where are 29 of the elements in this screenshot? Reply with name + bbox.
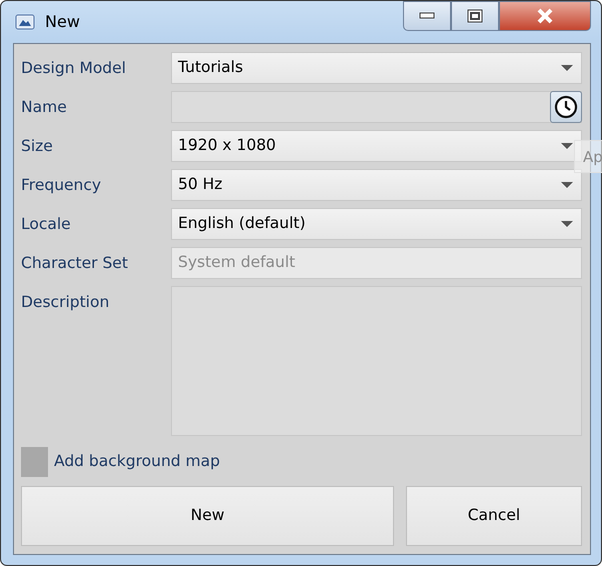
maximize-button[interactable] [451, 1, 499, 31]
field-label: Name [21, 97, 68, 118]
dropdown[interactable]: English (default) [171, 208, 582, 240]
close-icon [536, 8, 554, 24]
dropdown[interactable]: 50 Hz [171, 169, 582, 201]
app-icon [15, 14, 35, 30]
dialog-button[interactable]: Cancel [406, 486, 582, 546]
close-button[interactable] [499, 1, 591, 31]
field-label: Description [21, 292, 110, 313]
clock-button[interactable] [550, 91, 582, 123]
caret-icon [561, 182, 573, 188]
minimize-icon [419, 12, 435, 20]
window-title: New [45, 11, 80, 33]
checkbox[interactable] [21, 447, 48, 477]
dialog-button[interactable]: New [21, 486, 394, 546]
field-label: Character Set [21, 253, 129, 274]
dropdown[interactable]: 1920 x 1080 [171, 130, 582, 162]
restore-icon [467, 9, 483, 23]
name-field[interactable] [171, 91, 582, 123]
minimize-button[interactable] [403, 1, 451, 31]
field-label: Frequency [21, 175, 102, 196]
field-label: Design Model [21, 58, 127, 79]
field-label: Locale [21, 214, 72, 235]
checkbox-label: Add background map [54, 451, 220, 472]
dropdown[interactable]: Tutorials [171, 52, 582, 84]
caret-icon [561, 65, 573, 71]
field-label: Size [21, 136, 54, 157]
caret-icon [561, 221, 573, 227]
caret-icon [561, 143, 573, 149]
